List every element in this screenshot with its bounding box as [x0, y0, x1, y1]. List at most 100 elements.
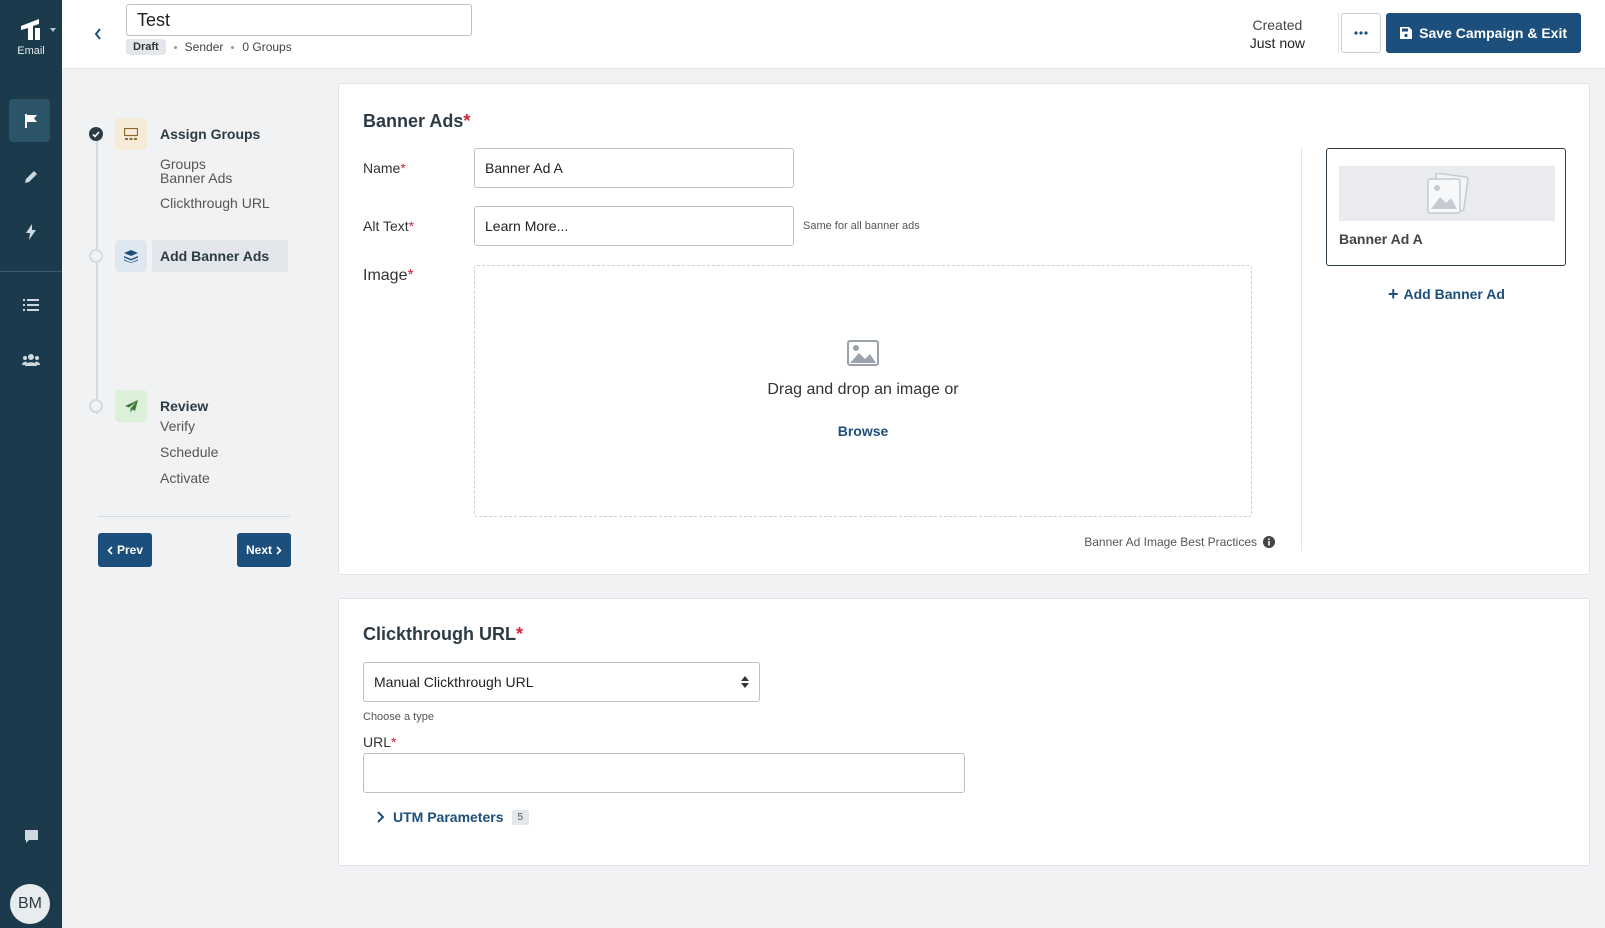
prev-label: Prev: [117, 543, 144, 557]
clickthrough-title-text: Clickthrough URL: [363, 624, 516, 644]
step-icon-box: [115, 118, 147, 150]
image-dropzone[interactable]: Drag and drop an image or Browse: [474, 265, 1252, 517]
paper-plane-icon: [124, 399, 138, 412]
lightning-icon: [26, 224, 36, 240]
required-marker: *: [463, 111, 471, 131]
best-practices-link[interactable]: Banner Ad Image Best Practices: [1084, 535, 1275, 549]
select-arrows-icon: [741, 676, 749, 688]
rail-item-contacts[interactable]: [0, 338, 62, 382]
step-complete-marker: [89, 127, 103, 141]
clickthrough-card: Clickthrough URL* Manual Clickthrough UR…: [338, 598, 1590, 866]
app-logo[interactable]: Email: [0, 16, 62, 57]
step-subitem-activate[interactable]: Activate: [160, 470, 210, 486]
image-placeholder-icon: [1427, 172, 1469, 214]
campaign-header: Draft Sender 0 Groups Created Just now S…: [62, 0, 1605, 69]
required-marker: *: [407, 267, 414, 284]
step-title[interactable]: Add Banner Ads: [152, 240, 288, 272]
name-label-text: Name: [363, 160, 401, 176]
alt-text-hint: Same for all banner ads: [803, 220, 920, 232]
banner-ad-thumbnail: [1339, 166, 1555, 221]
more-options-button[interactable]: [1341, 13, 1381, 53]
image-icon: [847, 340, 879, 366]
plus-icon: +: [1388, 284, 1399, 304]
groups-icon: [124, 128, 138, 140]
step-subitem-verify[interactable]: Verify: [160, 418, 195, 434]
sender-label: Sender: [184, 40, 224, 54]
created-label: Created: [1252, 17, 1303, 33]
header-divider: [1338, 13, 1339, 53]
steps-connector: [96, 132, 98, 414]
best-practices-text: Banner Ad Image Best Practices: [1084, 535, 1257, 549]
dropzone-text: Drag and drop an image or: [767, 381, 959, 398]
meta-separator: [231, 45, 235, 49]
back-button[interactable]: [86, 22, 110, 46]
rail-item-chat[interactable]: [0, 814, 62, 858]
info-icon: [1263, 536, 1275, 548]
step-icon-box: [115, 390, 147, 422]
alt-text-label: Alt Text*: [363, 218, 414, 234]
step-subitem-clickthrough-url[interactable]: Clickthrough URL: [160, 195, 270, 211]
chat-icon: [24, 829, 38, 843]
required-marker: *: [516, 624, 524, 644]
banner-ads-title-text: Banner Ads: [363, 111, 464, 131]
pencil-icon: [25, 171, 37, 183]
url-label-text: URL: [363, 734, 392, 750]
next-label: Next: [246, 543, 273, 557]
clickthrough-type-value: Manual Clickthrough URL: [374, 674, 534, 690]
groups-count: 0 Groups: [242, 40, 292, 54]
chevron-right-icon: [377, 811, 384, 823]
utm-parameters-toggle[interactable]: UTM Parameters 5: [377, 809, 530, 825]
ellipsis-icon: [1354, 31, 1368, 35]
chevron-left-icon: [107, 545, 113, 555]
created-value: Just now: [1249, 35, 1305, 51]
campaign-title-input[interactable]: [126, 4, 472, 36]
layers-icon: [124, 249, 138, 263]
prev-button[interactable]: Prev: [98, 533, 153, 567]
add-banner-ad-button[interactable]: + Add Banner Ad: [1388, 284, 1505, 304]
step-pending-marker: [89, 399, 103, 413]
url-input[interactable]: [363, 753, 965, 793]
next-button[interactable]: Next: [237, 533, 292, 567]
clickthrough-title: Clickthrough URL*: [363, 624, 523, 645]
campaign-meta: Draft Sender 0 Groups: [126, 39, 292, 55]
alt-text-input[interactable]: Learn More...: [474, 206, 794, 246]
clickthrough-type-hint: Choose a type: [363, 711, 434, 723]
meta-separator: [173, 45, 177, 49]
rail-item-lists[interactable]: [0, 283, 62, 327]
banner-ad-tile[interactable]: Banner Ad A: [1326, 148, 1566, 266]
add-banner-ad-label: Add Banner Ad: [1403, 286, 1505, 302]
banner-ad-tile-label: Banner Ad A: [1339, 231, 1423, 247]
chevron-right-icon: [276, 545, 282, 555]
image-label-text: Image: [363, 267, 408, 284]
save-icon: [1400, 27, 1413, 39]
utm-count-badge: 5: [511, 809, 530, 825]
rail-divider: [0, 271, 62, 272]
steps-divider: [98, 516, 290, 517]
status-badge: Draft: [126, 39, 166, 55]
column-divider: [1301, 148, 1302, 551]
rail-item-design[interactable]: [0, 155, 62, 199]
list-icon: [23, 299, 39, 311]
step-subitem-schedule[interactable]: Schedule: [160, 444, 218, 460]
app-label: Email: [17, 45, 45, 57]
step-subitem-banner-ads[interactable]: Banner Ads: [160, 170, 232, 186]
utm-parameters-label: UTM Parameters: [393, 809, 504, 825]
rail-item-campaigns[interactable]: [0, 99, 62, 143]
banner-ads-title: Banner Ads*: [363, 111, 470, 132]
url-label: URL*: [363, 734, 396, 750]
step-title[interactable]: Assign Groups: [152, 118, 268, 150]
alt-text-label-text: Alt Text: [363, 218, 409, 234]
clickthrough-type-select[interactable]: Manual Clickthrough URL: [363, 662, 760, 702]
step-icon-box: [115, 240, 147, 272]
rail-item-automation[interactable]: [0, 210, 62, 254]
chevron-left-icon: [94, 28, 101, 40]
avatar[interactable]: BM: [10, 884, 50, 924]
brand-logo-icon: [21, 19, 40, 40]
app-rail: Email BM: [0, 0, 62, 928]
step-pending-marker: [89, 249, 103, 263]
check-icon: [92, 130, 100, 138]
chevron-down-icon: [50, 28, 56, 32]
save-campaign-exit-button[interactable]: Save Campaign & Exit: [1386, 13, 1581, 53]
banner-name-input[interactable]: Banner Ad A: [474, 148, 794, 188]
browse-link[interactable]: Browse: [475, 423, 1251, 439]
